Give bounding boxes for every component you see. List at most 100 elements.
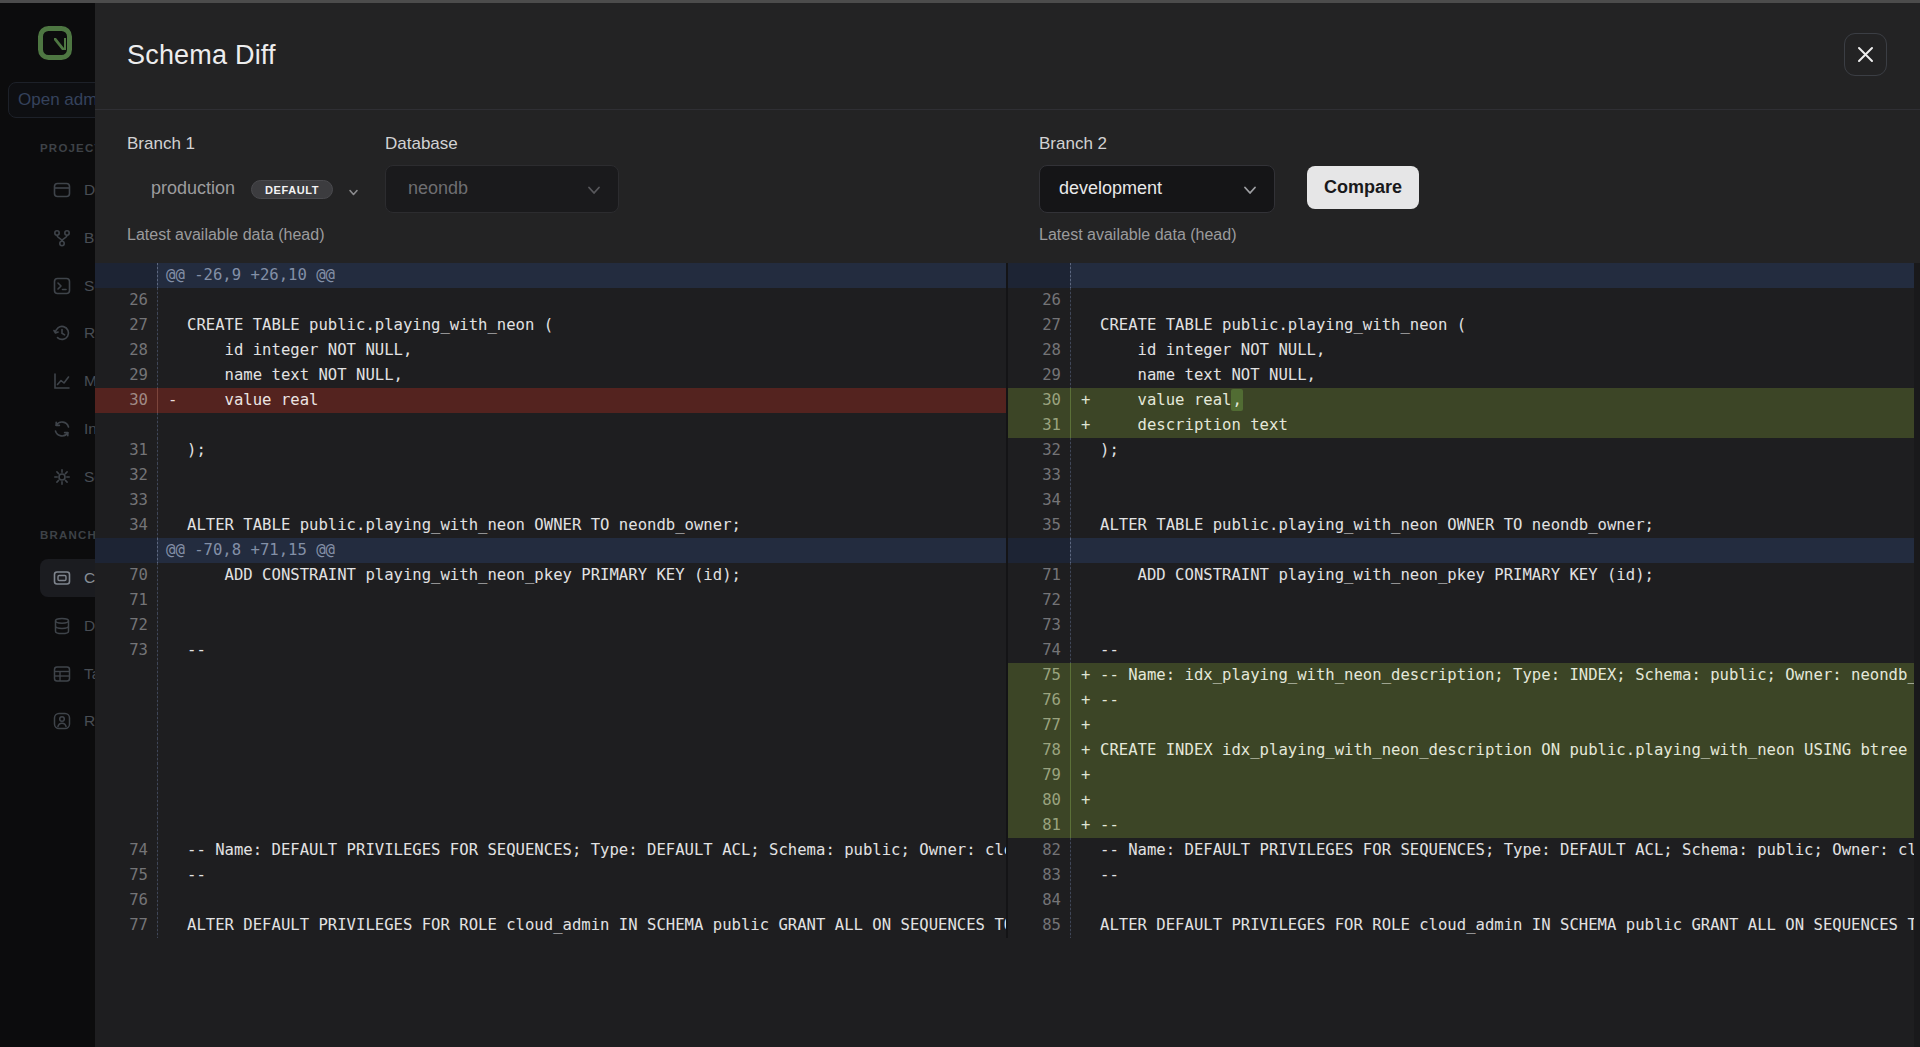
diff-row-right-80: 80+ <box>1008 788 1914 813</box>
diff-row-right-28: 28 id integer NOT NULL, <box>1008 338 1914 363</box>
line-number: 78 <box>1008 738 1061 763</box>
sidebar: Open admin PROJECT Dashboard Branches SQL E… <box>0 0 95 1047</box>
diff-row-right-29: 29 name text NOT NULL, <box>1008 363 1914 388</box>
sidebar-section-branch: BRANCH <box>40 529 95 541</box>
diff-row-right-79: 79+ <box>1008 763 1914 788</box>
sidebar-section-project: PROJECT <box>40 142 95 154</box>
diff-row-right-34: 34 <box>1008 488 1914 513</box>
diff-row-left-hunk: @@ -26,9 +26,10 @@ <box>95 263 1006 288</box>
branch1-note: Latest available data (head) <box>127 226 324 244</box>
diff-row-right-31: 31+ description text <box>1008 413 1914 438</box>
diff-row-right-73: 73 <box>1008 613 1914 638</box>
diff-row-right-75: 75+-- Name: idx_playing_with_neon_descri… <box>1008 663 1914 688</box>
line-number: 75 <box>1008 663 1061 688</box>
line-number: 34 <box>95 513 148 538</box>
chevron-down-icon <box>348 184 359 195</box>
diff-row-right-hunk <box>1008 538 1914 563</box>
code-line: -- Name: idx_playing_with_neon_descripti… <box>1100 663 1914 688</box>
sidebar-item-label: Roles <box>84 712 95 730</box>
gutter-divider <box>157 838 158 863</box>
code-line: description text <box>1100 413 1288 438</box>
gutter-divider <box>1070 488 1071 513</box>
gutter-divider <box>157 913 158 938</box>
line-number: 70 <box>95 563 148 588</box>
diff-row-left-26: 26 <box>95 288 1006 313</box>
gutter-divider <box>1070 438 1071 463</box>
line-number: 33 <box>1008 463 1061 488</box>
close-icon <box>1856 45 1875 64</box>
code-line: CREATE TABLE public.playing_with_neon ( <box>187 313 553 338</box>
diff-row-left-27: 27CREATE TABLE public.playing_with_neon … <box>95 313 1006 338</box>
gutter-divider <box>157 713 158 738</box>
diff-row-left-31: 31); <box>95 438 1006 463</box>
code-line: ); <box>187 438 206 463</box>
gutter-divider <box>157 738 158 763</box>
sidebar-item-restore[interactable]: Restore <box>0 314 95 352</box>
modal-title: Schema Diff <box>127 40 276 71</box>
diff-row-left-76: 76 <box>95 888 1006 913</box>
diff-pane-branch1: @@ -26,9 +26,10 @@2627CREATE TABLE publi… <box>95 263 1006 1047</box>
compare-button[interactable]: Compare <box>1307 166 1419 209</box>
sidebar-item-branches[interactable]: Branches <box>0 219 95 257</box>
code-line: -- <box>187 863 206 888</box>
line-number: 28 <box>1008 338 1061 363</box>
sidebar-item-sql-editor[interactable]: SQL Editor <box>0 267 95 305</box>
code-line: -- <box>1100 863 1119 888</box>
sidebar-item-integrations[interactable]: Integrations <box>0 410 95 448</box>
gutter-divider <box>1070 363 1071 388</box>
diff-row-left-29: 29 name text NOT NULL, <box>95 363 1006 388</box>
code-line: ALTER TABLE public.playing_with_neon OWN… <box>187 513 741 538</box>
sidebar-item-label: SQL Editor <box>84 277 95 295</box>
gutter-divider <box>1070 888 1071 913</box>
close-button[interactable] <box>1844 33 1887 76</box>
open-admin-label: Open admin <box>18 90 95 110</box>
line-number: 27 <box>1008 313 1061 338</box>
branch2-note: Latest available data (head) <box>1039 226 1236 244</box>
sidebar-item-roles[interactable]: Roles <box>0 702 95 740</box>
diff-row-left-spacer <box>95 738 1006 763</box>
diff-row-left-spacer <box>95 663 1006 688</box>
sidebar-item-monitoring[interactable]: Monitoring <box>0 362 95 400</box>
sidebar-item-computes[interactable]: Computes <box>0 559 95 597</box>
sidebar-item-settings[interactable]: Settings <box>0 458 95 496</box>
hunk-header: @@ -26,9 +26,10 @@ <box>166 263 335 288</box>
diff-row-left-72: 72 <box>95 613 1006 638</box>
diff-row-left-30: 30- value real <box>95 388 1006 413</box>
word-diff-highlight: , <box>1231 389 1242 411</box>
neon-logo[interactable] <box>38 26 72 60</box>
sidebar-item-tables[interactable]: Tables <box>0 655 95 693</box>
branch1-select[interactable]: production DEFAULT <box>127 165 377 213</box>
diff-row-right-82: 82-- Name: DEFAULT PRIVILEGES FOR SEQUEN… <box>1008 838 1914 863</box>
database-select[interactable]: neondb <box>385 165 619 213</box>
diff-row-right-74: 74-- <box>1008 638 1914 663</box>
diff-row-right-27: 27CREATE TABLE public.playing_with_neon … <box>1008 313 1914 338</box>
sidebar-item-label: Dashboard <box>84 181 95 199</box>
diff-row-left-33: 33 <box>95 488 1006 513</box>
sidebar-item-dashboard[interactable]: Dashboard <box>0 171 95 209</box>
line-number: 84 <box>1008 888 1061 913</box>
line-number: 31 <box>1008 413 1061 438</box>
diff-row-right-hunk <box>1008 263 1914 288</box>
schema-diff-modal: Schema Diff Branch 1 Database Branch 2 p… <box>95 0 1920 1047</box>
header-divider <box>95 109 1920 110</box>
chevron-down-icon <box>586 182 602 198</box>
line-number: 32 <box>1008 438 1061 463</box>
line-number: 77 <box>1008 713 1061 738</box>
line-number: 80 <box>1008 788 1061 813</box>
integrations-icon <box>52 419 72 439</box>
monitoring-icon <box>52 371 72 391</box>
schema-diff-view: @@ -26,9 +26,10 @@2627CREATE TABLE publi… <box>95 263 1920 1047</box>
databases-icon <box>52 616 72 636</box>
sidebar-item-databases[interactable]: Databases <box>0 607 95 645</box>
window-top-strip <box>0 0 1920 3</box>
line-number: 72 <box>95 613 148 638</box>
gutter-divider <box>1070 463 1071 488</box>
open-admin-button[interactable]: Open admin <box>8 82 95 118</box>
code-line: CREATE INDEX idx_playing_with_neon_descr… <box>1100 738 1914 763</box>
scrollbar-gutter[interactable] <box>1914 263 1920 1047</box>
branch2-select[interactable]: development <box>1039 165 1275 213</box>
gutter-divider <box>1070 713 1071 738</box>
gutter-divider <box>1070 563 1071 588</box>
code-line: value real, <box>1100 388 1243 413</box>
diff-row-left-28: 28 id integer NOT NULL, <box>95 338 1006 363</box>
